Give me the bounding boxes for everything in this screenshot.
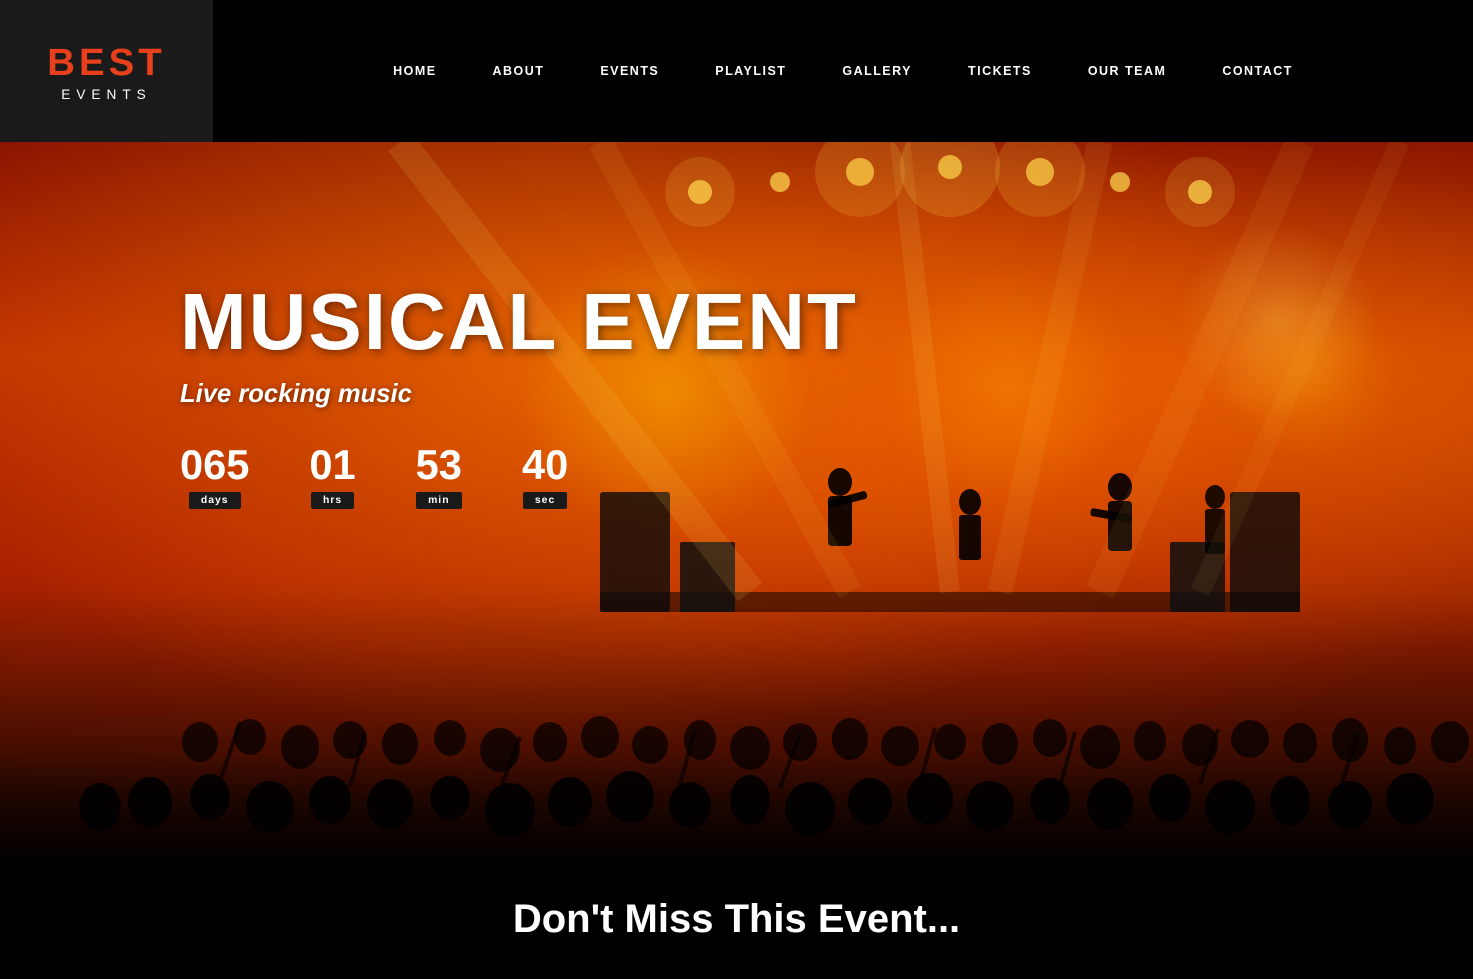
logo-best: BEST	[47, 41, 165, 85]
header: BEST EVENTS HOMEABOUTEVENTSPLAYLISTGALLE…	[0, 0, 1473, 142]
countdown-sec: 40 sec	[522, 444, 568, 509]
hero-title: MUSICAL EVENT	[180, 282, 1473, 362]
countdown-min-value: 53	[416, 444, 462, 486]
logo-events: EVENTS	[61, 87, 151, 102]
bottom-title: Don't Miss This Event...	[513, 897, 960, 942]
countdown-hrs-label: hrs	[311, 492, 354, 509]
countdown-min-label: min	[416, 492, 461, 509]
hero-section: MUSICAL EVENT Live rocking music 065 day…	[0, 142, 1473, 859]
hero-subtitle: Live rocking music	[180, 380, 1473, 409]
countdown-hrs-value: 01	[309, 444, 355, 486]
countdown-days-label: days	[189, 492, 241, 509]
countdown-min: 53 min	[416, 444, 462, 509]
countdown-sec-value: 40	[522, 444, 568, 486]
main-nav: HOMEABOUTEVENTSPLAYLISTGALLERYTICKETSOUR…	[213, 64, 1473, 78]
nav-item-our-team[interactable]: OUR TEAM	[1060, 64, 1195, 78]
countdown-sec-label: sec	[523, 492, 567, 509]
nav-item-about[interactable]: ABOUT	[465, 64, 573, 78]
logo[interactable]: BEST EVENTS	[0, 0, 213, 142]
nav-item-contact[interactable]: CONTACT	[1194, 64, 1321, 78]
bottom-section: Don't Miss This Event...	[0, 859, 1473, 979]
countdown-days: 065 days	[180, 444, 249, 509]
hero-content: MUSICAL EVENT Live rocking music 065 day…	[0, 142, 1473, 509]
nav-item-tickets[interactable]: TICKETS	[940, 64, 1060, 78]
nav-item-home[interactable]: HOME	[365, 64, 464, 78]
countdown-hrs: 01 hrs	[309, 444, 355, 509]
nav-item-events[interactable]: EVENTS	[572, 64, 687, 78]
countdown-timer: 065 days 01 hrs 53 min 40 sec	[180, 444, 1473, 509]
countdown-days-value: 065	[180, 444, 249, 486]
nav-item-playlist[interactable]: PLAYLIST	[687, 64, 814, 78]
nav-item-gallery[interactable]: GALLERY	[814, 64, 940, 78]
